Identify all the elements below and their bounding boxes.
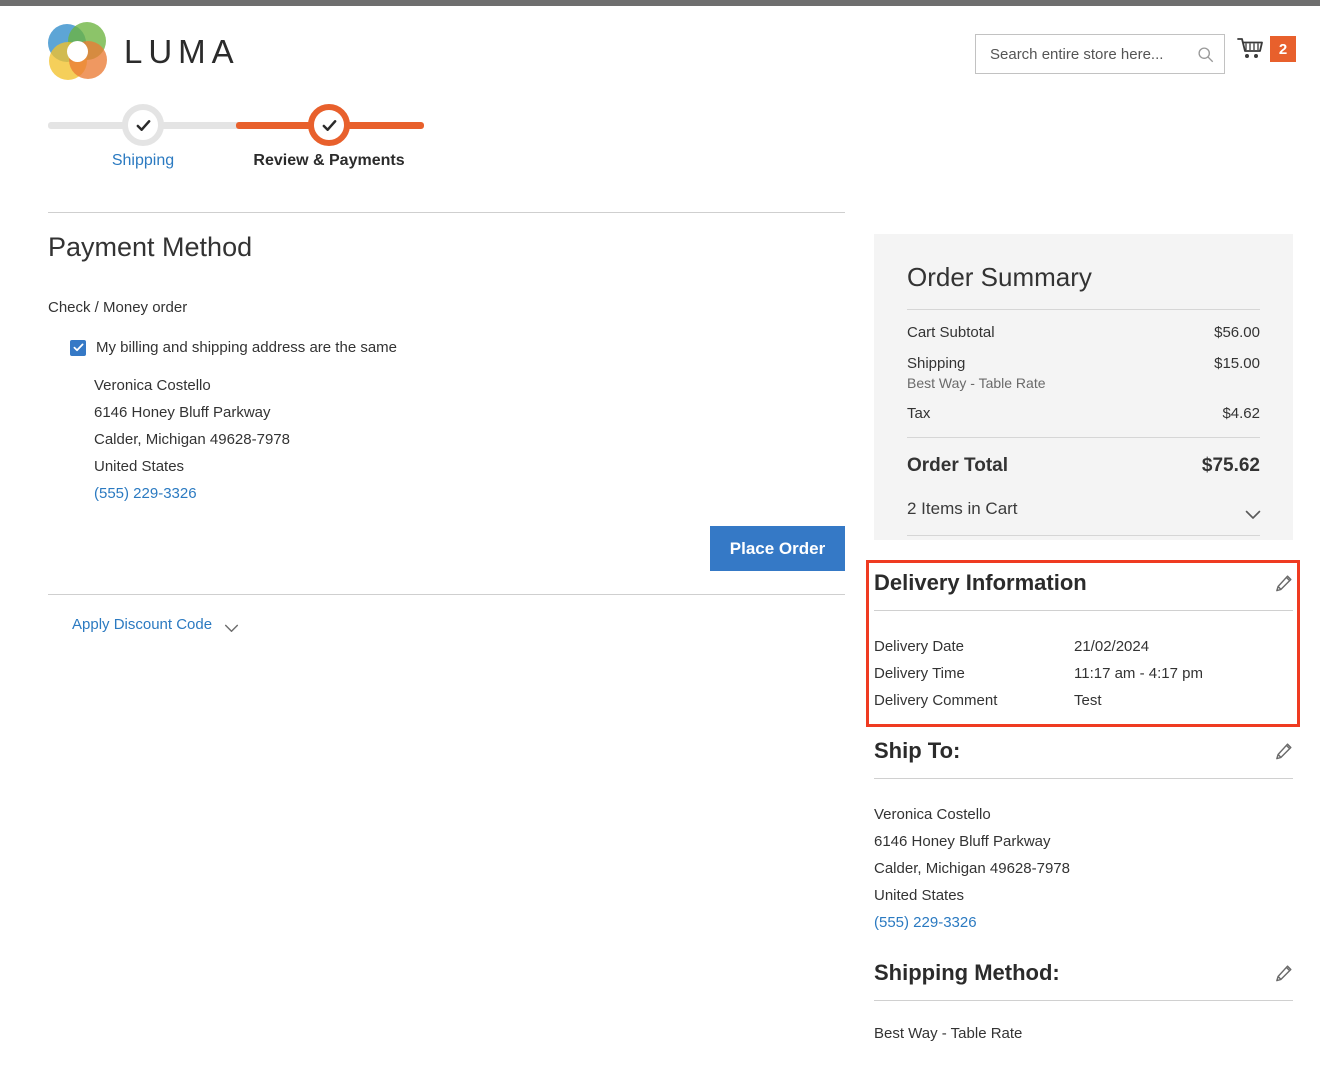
summary-row-value: $4.62 <box>1222 405 1260 422</box>
order-summary-panel: Order Summary Cart Subtotal $56.00 Shipp… <box>874 234 1293 540</box>
billing-address-street: 6146 Honey Bluff Parkway <box>94 404 271 421</box>
delivery-field-row: Delivery Comment Test <box>874 687 1293 714</box>
progress-label-review-payments[interactable]: Review & Payments <box>253 152 404 170</box>
checkout-progress-bar: Shipping Review & Payments <box>48 104 448 174</box>
ship-to-country: United States <box>874 887 965 904</box>
ship-to-rule <box>874 778 1293 779</box>
search-input[interactable] <box>988 44 1197 64</box>
cart-item-count-badge: 2 <box>1270 36 1296 62</box>
chevron-down-icon[interactable] <box>1245 505 1261 519</box>
ship-to-title: Ship To: <box>874 738 961 763</box>
billing-address-block: Veronica Costello 6146 Honey Bluff Parkw… <box>94 372 290 507</box>
ship-to-name: Veronica Costello <box>874 806 991 823</box>
luma-flower-logo-icon <box>48 22 107 80</box>
summary-row-label: Shipping <box>907 355 966 372</box>
delivery-field-row: Delivery Date 21/02/2024 <box>874 633 1293 660</box>
summary-row-label: Cart Subtotal <box>907 324 995 341</box>
pencil-icon[interactable] <box>1274 964 1293 983</box>
delivery-field-value: 21/02/2024 <box>1074 638 1150 655</box>
delivery-field-key: Delivery Date <box>874 638 965 655</box>
summary-row-label: Tax <box>907 405 931 422</box>
apply-discount-code-label: Apply Discount Code <box>72 616 213 633</box>
ship-to-header: Ship To: <box>874 738 1293 764</box>
ship-to-address-block: Veronica Costello 6146 Honey Bluff Parkw… <box>874 801 1293 936</box>
items-in-cart-toggle[interactable]: 2 Items in Cart <box>907 477 1261 519</box>
summary-row-shipping: Shipping Best Way - Table Rate $15.00 <box>907 341 1260 391</box>
shipping-method-value: Best Way - Table Rate <box>874 1025 1023 1042</box>
delivery-field-key: Delivery Comment <box>874 692 998 709</box>
search-box[interactable] <box>975 34 1225 74</box>
delivery-field-value: Test <box>1074 692 1102 709</box>
billing-same-checkbox-label: My billing and shipping address are the … <box>96 339 398 356</box>
items-in-cart-rule <box>907 535 1260 536</box>
logo-wordmark: LUMA <box>124 32 240 70</box>
page-title: Payment Method <box>48 232 253 262</box>
summary-row-sublabel: Best Way - Table Rate <box>907 375 1046 391</box>
delivery-field-key: Delivery Time <box>874 665 965 682</box>
summary-row-value: $15.00 <box>1214 355 1260 372</box>
ship-to-panel: Ship To: Veronica Costello 6146 Honey Bl… <box>874 738 1293 936</box>
progress-step-review-payments[interactable] <box>308 104 350 146</box>
order-total-value: $75.62 <box>1201 455 1260 476</box>
billing-address-city-state-zip: Calder, Michigan 49628-7978 <box>94 431 290 448</box>
delivery-information-panel: Delivery Information Delivery Date 21/02… <box>874 570 1293 714</box>
place-order-button[interactable]: Place Order <box>710 526 845 571</box>
chevron-down-icon[interactable] <box>224 620 239 632</box>
billing-address-country: United States <box>94 458 185 475</box>
items-in-cart-label: 2 Items in Cart <box>907 499 1018 518</box>
mini-cart[interactable]: 2 <box>1236 36 1296 62</box>
ship-to-phone[interactable]: (555) 229-3326 <box>874 909 1293 936</box>
site-logo[interactable]: LUMA <box>48 22 240 80</box>
delivery-field-value: 11:17 am - 4:17 pm <box>1074 665 1203 682</box>
delivery-information-rule <box>874 610 1293 611</box>
summary-row-value: $56.00 <box>1214 324 1260 341</box>
shipping-method-header: Shipping Method: <box>874 960 1293 986</box>
payment-method-name: Check / Money order <box>48 299 188 316</box>
section-divider-top <box>48 212 845 213</box>
billing-address-phone[interactable]: (555) 229-3326 <box>94 480 290 507</box>
delivery-field-row: Delivery Time 11:17 am - 4:17 pm <box>874 660 1293 687</box>
delivery-information-title: Delivery Information <box>874 570 1087 595</box>
summary-row-order-total: Order Total $75.62 <box>907 438 1260 477</box>
delivery-information-fields: Delivery Date 21/02/2024 Delivery Time 1… <box>874 633 1293 714</box>
order-total-label: Order Total <box>907 455 1008 476</box>
ship-to-street: 6146 Honey Bluff Parkway <box>874 833 1051 850</box>
shopping-cart-icon[interactable] <box>1236 37 1264 61</box>
shipping-method-rule <box>874 1000 1293 1001</box>
check-icon <box>135 117 152 134</box>
billing-address-name: Veronica Costello <box>94 377 211 394</box>
progress-step-shipping[interactable] <box>122 104 164 146</box>
pencil-icon[interactable] <box>1274 574 1293 593</box>
billing-same-checkbox[interactable] <box>70 339 86 356</box>
section-divider-bottom <box>48 594 845 595</box>
checkout-page: LUMA Search entire store here... 2 Shipp… <box>0 0 1320 1088</box>
billing-same-as-shipping-row[interactable]: My billing and shipping address are the … <box>70 339 397 356</box>
delivery-information-header: Delivery Information <box>874 570 1293 596</box>
shipping-method-panel: Shipping Method: Best Way - Table Rate <box>874 960 1293 1042</box>
site-header: LUMA Search entire store here... 2 <box>0 6 1320 96</box>
shipping-method-title: Shipping Method: <box>874 960 1060 985</box>
ship-to-city-state-zip: Calder, Michigan 49628-7978 <box>874 860 1070 877</box>
check-icon <box>321 117 338 134</box>
apply-discount-code-toggle[interactable]: Apply Discount Code <box>72 616 239 633</box>
summary-row-tax: Tax $4.62 <box>907 391 1260 422</box>
pencil-icon[interactable] <box>1274 742 1293 761</box>
search-icon[interactable] <box>1197 46 1214 63</box>
summary-row-cart-subtotal: Cart Subtotal $56.00 <box>907 310 1260 341</box>
order-summary-title: Order Summary <box>907 262 1092 292</box>
progress-label-shipping[interactable]: Shipping <box>112 152 174 170</box>
